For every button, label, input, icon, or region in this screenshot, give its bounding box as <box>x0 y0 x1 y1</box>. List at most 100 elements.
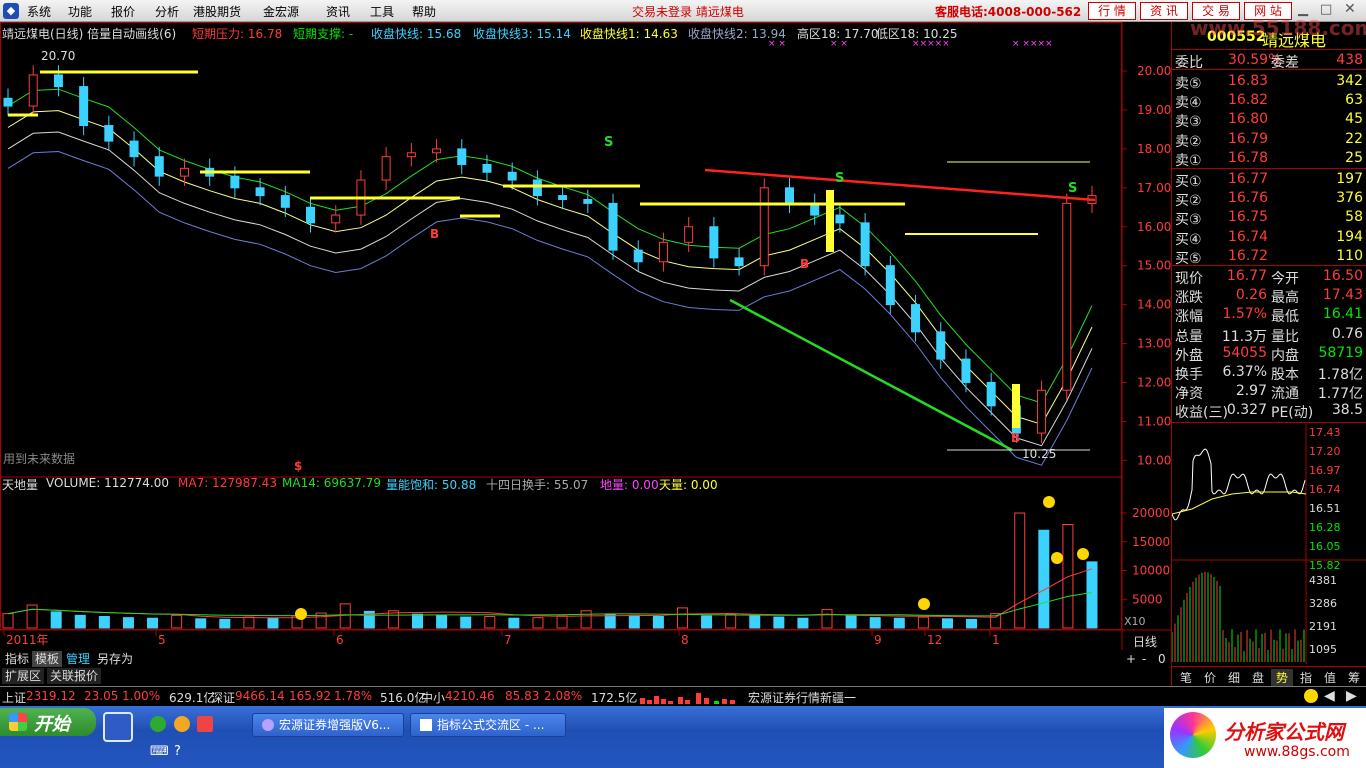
date-tick-label: 6 <box>336 633 344 647</box>
volume-bar <box>1014 512 1026 629</box>
tab-extension[interactable]: 扩展区 <box>2 668 45 684</box>
ma-line <box>7 150 1093 466</box>
flower-logo-icon <box>1170 712 1216 758</box>
volume-bar <box>195 618 207 629</box>
volume-bar <box>50 611 62 629</box>
ask-row[interactable]: 卖② 16.79 22 <box>1172 130 1366 150</box>
zoom-reset-button[interactable]: 0 <box>1155 651 1169 667</box>
media-icon[interactable] <box>174 716 190 732</box>
menu-system[interactable]: 系统 <box>27 3 51 20</box>
bid-row[interactable]: 买① 16.77 197 <box>1172 170 1366 190</box>
menu-function[interactable]: 功能 <box>68 3 92 20</box>
sz-name[interactable]: 深证 <box>211 689 235 706</box>
ask-row[interactable]: 卖④ 16.82 63 <box>1172 91 1366 111</box>
candle-body <box>784 187 794 204</box>
candle-body <box>1037 389 1047 434</box>
period-label[interactable]: 日线 <box>1133 633 1157 650</box>
candle-body <box>532 179 542 197</box>
mini-tab[interactable]: 笔 <box>1175 669 1197 686</box>
stat-row: 总量 11.3万 量比 0.76 <box>1175 325 1363 345</box>
menu-help[interactable]: 帮助 <box>412 3 436 20</box>
news-ticker[interactable]: 宏源证券行情新疆一 <box>748 689 856 706</box>
site-watermark: www.55188.com <box>1190 16 1366 40</box>
mini-tab[interactable]: 筹 <box>1343 669 1365 686</box>
candle-body <box>457 148 467 165</box>
watermark-title: 分析家公式网 <box>1224 720 1344 744</box>
buy-marker: $ <box>294 459 302 473</box>
volume-bar <box>701 615 713 629</box>
menu-jinhongyuan[interactable]: 金宏源 <box>263 3 299 20</box>
mini-tab[interactable]: 盘 <box>1247 669 1269 686</box>
mini-price-label: 17.20 <box>1309 445 1341 458</box>
intraday-mini-chart[interactable]: 17.43 17.20 16.97 16.74 16.51 16.28 16.05 15.82… <box>1172 424 1366 664</box>
signal-x-markers: × × <box>768 39 786 49</box>
task-hongyuan[interactable]: 宏源证券增强版V6... <box>252 713 404 737</box>
chart-area[interactable]: 靖远煤电(日线) 倍量自动画线(6) 短期压力: 16.78 短期支撑: - 收… <box>0 22 1171 650</box>
tab-save-as[interactable]: 另存为 <box>94 651 136 667</box>
candle-body <box>835 214 845 224</box>
zoom-in-button[interactable]: + <box>1123 651 1139 667</box>
market-button[interactable]: 行 情 <box>1088 2 1136 20</box>
help-icon[interactable]: ? <box>174 744 181 759</box>
mini-price-label: 15.82 <box>1309 559 1341 572</box>
menu-analysis[interactable]: 分析 <box>155 3 179 20</box>
sz-change: 165.92 <box>289 689 331 703</box>
zx-name[interactable]: 中小 <box>421 689 445 706</box>
minimize-icon[interactable]: ▁ <box>1298 2 1308 17</box>
app-icon[interactable] <box>197 716 213 732</box>
candle-body <box>482 163 492 173</box>
kline-chart[interactable]: 20.00 19.00 18.00 17.00 16.00 15.00 14.00 13.00… <box>0 22 1171 650</box>
sh-name[interactable]: 上证 <box>2 689 26 706</box>
sh-value: 2319.12 <box>26 689 76 703</box>
maximize-icon[interactable]: □ <box>1320 2 1332 17</box>
bid-row[interactable]: 买④ 16.74 194 <box>1172 228 1366 248</box>
mini-tab[interactable]: 值 <box>1319 669 1341 686</box>
menu-tools[interactable]: 工具 <box>370 3 394 20</box>
buy-marker: B <box>1011 431 1020 445</box>
menu-bar: ◆ 系统 功能 报价 分析 港股期货 金宏源 资讯 工具 帮助 交易未登录 靖远… <box>0 0 1366 22</box>
ask-row[interactable]: 卖⑤ 16.83 342 <box>1172 72 1366 92</box>
menu-info[interactable]: 资讯 <box>326 3 350 20</box>
volume-tick-label: 15000 <box>1132 535 1170 549</box>
tab-indicator[interactable]: 指标 <box>2 651 32 667</box>
volume-bar <box>508 617 520 629</box>
mini-tab[interactable]: 价 <box>1199 669 1221 686</box>
ask-row[interactable]: 卖③ 16.80 45 <box>1172 110 1366 130</box>
zx-value: 4210.46 <box>445 689 495 703</box>
info-button[interactable]: 资 讯 <box>1140 2 1188 20</box>
mini-tab[interactable]: 细 <box>1223 669 1245 686</box>
close-icon[interactable]: ✕ <box>1344 1 1356 17</box>
menu-quote[interactable]: 报价 <box>111 3 135 20</box>
sh-amount: 629.1亿 <box>169 691 216 705</box>
candle-body <box>179 167 189 177</box>
mini-tab[interactable]: 势 <box>1271 669 1293 686</box>
volume-bar <box>580 610 592 629</box>
mini-tab[interactable]: 指 <box>1295 669 1317 686</box>
desktop-icon[interactable] <box>103 712 133 742</box>
bid-row[interactable]: 买③ 16.75 58 <box>1172 208 1366 228</box>
scroll-left-icon[interactable]: ◀ <box>1324 688 1335 704</box>
start-button[interactable]: 开始 <box>0 708 96 736</box>
tab-related-quote[interactable]: 关联报价 <box>47 668 102 684</box>
tab-template[interactable]: 模板 <box>32 651 63 667</box>
ma-line <box>7 88 1093 404</box>
browser-icon[interactable] <box>150 716 166 732</box>
volume-bar <box>797 617 809 629</box>
mini-tabs: 笔价细盘势指值筹 <box>1172 666 1366 686</box>
scroll-right-icon[interactable]: ▶ <box>1346 688 1357 704</box>
volume-bar <box>1038 529 1050 629</box>
menu-hk-futures[interactable]: 港股期货 <box>193 3 241 20</box>
volume-bar <box>26 604 38 629</box>
zoom-out-button[interactable]: - <box>1139 651 1149 667</box>
bid-row[interactable]: 买⑤ 16.72 110 <box>1172 247 1366 267</box>
volume-tick-label: 20000 <box>1132 506 1170 520</box>
ask-row[interactable]: 卖① 16.78 25 <box>1172 149 1366 169</box>
candle-body <box>230 175 240 189</box>
tab-manage[interactable]: 管理 <box>63 651 93 667</box>
candle-body <box>986 381 996 407</box>
bid-row[interactable]: 买② 16.76 376 <box>1172 189 1366 209</box>
app-logo-icon: ◆ <box>3 3 19 19</box>
task-formula-forum[interactable]: 指标公式交流区 - ... <box>410 713 566 737</box>
keyboard-icon[interactable]: ⌨ <box>150 744 169 759</box>
candle-body <box>658 241 668 263</box>
